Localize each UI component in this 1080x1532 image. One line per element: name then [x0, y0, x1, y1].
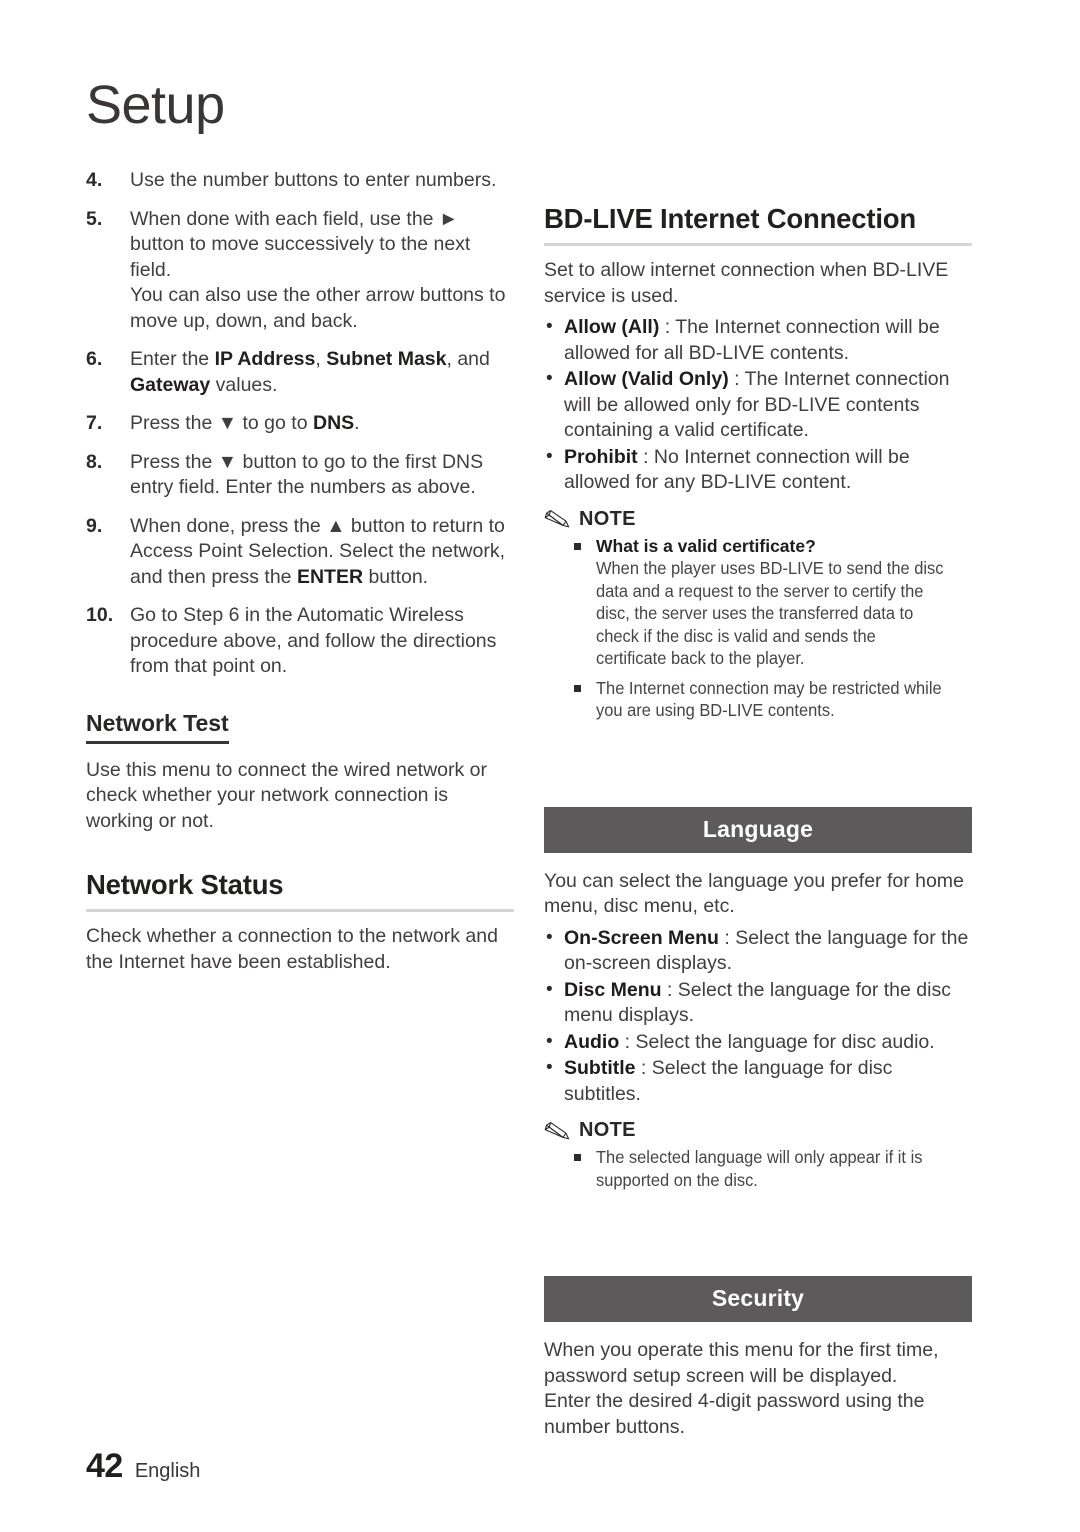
option-item: Audio : Select the language for disc aud…	[544, 1029, 972, 1056]
step-number: 9.	[86, 514, 103, 537]
note-item: The selected language will only appear i…	[570, 1146, 972, 1191]
pencil-icon	[544, 1121, 570, 1141]
step-number: 8.	[86, 450, 103, 473]
page-language: English	[134, 1460, 201, 1482]
step-text: Go to Step 6 in the Automatic Wireless p…	[130, 604, 497, 677]
language-option-list: On-Screen Menu : Select the language for…	[544, 925, 972, 1108]
option-item: Prohibit : No Internet connection will b…	[544, 444, 972, 496]
bdlive-option-list: Allow (All) : The Internet connection wi…	[544, 314, 972, 496]
step-number: 5.	[86, 207, 103, 230]
step-item: 4. Use the number buttons to enter numbe…	[86, 168, 514, 194]
step-item: 7. Press the ▼ to go to DNS.	[86, 411, 514, 437]
step-item: 6. Enter the IP Address, Subnet Mask, an…	[86, 347, 514, 398]
language-note-block: NOTE The selected language will only app…	[544, 1119, 972, 1191]
note-item-list: What is a valid certificate? When the pl…	[544, 535, 972, 722]
manual-page: Setup 4. Use the number buttons to enter…	[0, 0, 1080, 1532]
option-item: Disc Menu : Select the language for the …	[544, 977, 972, 1029]
step-text: When done with each field, use the ► but…	[130, 207, 506, 332]
step-text: Press the ▼ to go to DNS.	[130, 412, 360, 434]
option-item: Allow (Valid Only) : The Internet connec…	[544, 366, 972, 444]
step-text: Enter the IP Address, Subnet Mask, and G…	[130, 348, 490, 396]
right-column: BD-LIVE Internet Connection Set to allow…	[544, 168, 972, 1446]
bdlive-body: Set to allow internet connection when BD…	[544, 259, 949, 307]
pencil-icon	[544, 509, 570, 529]
note-header: NOTE	[544, 508, 972, 531]
network-status-heading: Network Status	[86, 868, 514, 913]
step-item: 8. Press the ▼ button to go to the first…	[86, 450, 514, 501]
step-text: When done, press the ▲ button to return …	[130, 514, 506, 588]
note-item-list: The selected language will only appear i…	[544, 1146, 972, 1191]
network-status-heading-wrap: Network Status	[86, 868, 514, 913]
network-test-body: Use this menu to connect the wired netwo…	[86, 758, 488, 832]
step-text: Press the ▼ button to go to the first DN…	[130, 450, 484, 499]
network-test-heading: Network Test	[86, 710, 229, 744]
step-number: 10.	[86, 604, 114, 626]
language-banner: Language	[544, 806, 972, 853]
step-item: 10. Go to Step 6 in the Automatic Wirele…	[86, 603, 514, 680]
option-item: On-Screen Menu : Select the language for…	[544, 925, 972, 977]
security-banner: Security	[544, 1276, 972, 1322]
note-item-text: The selected language will only appear i…	[596, 1147, 923, 1190]
note-item-title: What is a valid certificate?	[596, 535, 816, 556]
security-body: When you operate this menu for the first…	[544, 1339, 939, 1438]
network-test-heading-wrap: Network Test	[86, 710, 514, 744]
page-footer: 42 English	[86, 1447, 200, 1486]
option-item: Subtitle : Select the language for disc …	[544, 1055, 972, 1107]
note-item-text: When the player uses BD-LIVE to send the…	[596, 558, 944, 668]
numbered-step-list: 4. Use the number buttons to enter numbe…	[86, 168, 514, 680]
page-number: 42	[86, 1447, 123, 1485]
note-label: NOTE	[579, 1119, 636, 1141]
note-item: The Internet connection may be restricte…	[570, 677, 972, 722]
step-number: 7.	[86, 412, 103, 434]
step-number: 6.	[86, 348, 103, 370]
step-item: 5. When done with each field, use the ► …	[86, 207, 514, 335]
note-header: NOTE	[544, 1119, 972, 1142]
network-status-body: Check whether a connection to the networ…	[86, 925, 498, 973]
bdlive-heading: BD-LIVE Internet Connection	[544, 202, 972, 246]
step-text: Use the number buttons to enter numbers.	[130, 169, 497, 191]
note-label: NOTE	[579, 507, 636, 530]
left-column: 4. Use the number buttons to enter numbe…	[86, 168, 514, 981]
bdlive-note-block: NOTE What is a valid certificate? When t…	[544, 508, 972, 722]
chapter-title: Setup	[86, 75, 225, 135]
step-number: 4.	[86, 169, 103, 191]
step-item: 9. When done, press the ▲ button to retu…	[86, 514, 514, 591]
option-item: Allow (All) : The Internet connection wi…	[544, 314, 972, 366]
note-item-text: The Internet connection may be restricte…	[596, 677, 942, 721]
bdlive-heading-wrap: BD-LIVE Internet Connection	[544, 202, 972, 246]
language-body: You can select the language you prefer f…	[544, 869, 964, 918]
note-item: What is a valid certificate? When the pl…	[570, 535, 972, 670]
